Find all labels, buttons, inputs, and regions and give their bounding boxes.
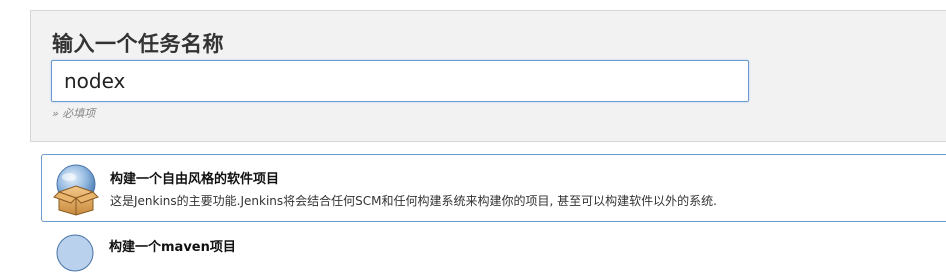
item-name-input[interactable] — [51, 60, 749, 102]
maven-project-icon — [56, 234, 94, 272]
required-hint: » 必填项 — [52, 107, 96, 120]
job-type-description: 这是Jenkins的主要功能.Jenkins将会结合任何SCM和任何构建系统来构… — [110, 194, 717, 208]
job-type-title: 构建一个maven项目 — [109, 240, 236, 255]
freestyle-project-icon — [53, 164, 99, 216]
page-title: 输入一个任务名称 — [52, 32, 224, 56]
job-type-freestyle[interactable]: 构建一个自由风格的软件项目 这是Jenkins的主要功能.Jenkins将会结合… — [41, 154, 946, 222]
item-name-panel: 输入一个任务名称 » 必填项 — [30, 10, 946, 142]
job-type-title: 构建一个自由风格的软件项目 — [110, 172, 280, 187]
job-type-maven[interactable]: 构建一个maven项目 — [41, 232, 946, 272]
